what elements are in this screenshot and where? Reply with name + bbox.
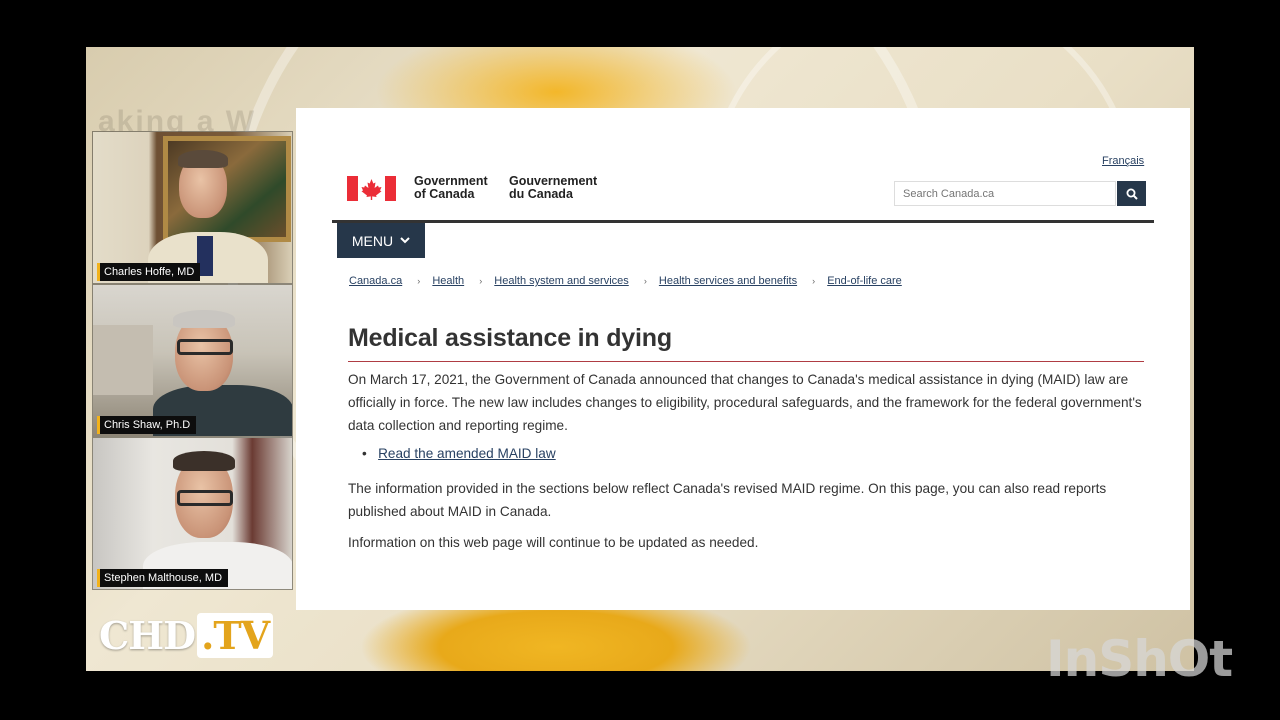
logo-suffix-text: .TV	[197, 612, 274, 658]
inshot-watermark: InShOt	[1046, 630, 1233, 688]
update-paragraph: Information on this web page will contin…	[348, 535, 759, 550]
speaker-name-label: Chris Shaw, Ph.D	[97, 416, 197, 434]
list-item: • Read the amended MAID law	[362, 446, 556, 461]
canada-flag-icon	[347, 176, 396, 201]
chevron-down-icon	[400, 237, 410, 244]
signature-english: Government of Canada	[414, 175, 488, 201]
signature-french: Gouvernement du Canada	[509, 175, 597, 201]
title-underline	[348, 361, 1144, 362]
amended-maid-law-link[interactable]: Read the amended MAID law	[378, 446, 556, 461]
search-input[interactable]	[894, 181, 1116, 206]
intro-paragraph: On March 17, 2021, the Government of Can…	[348, 372, 1142, 433]
breadcrumb-link-health-services[interactable]: Health services and benefits	[659, 275, 797, 287]
speaker-hair	[173, 451, 235, 471]
bullet-marker: •	[362, 446, 367, 461]
signature-en-line-2: of Canada	[414, 187, 475, 201]
breadcrumb-separator: ›	[479, 276, 483, 286]
speaker-tile-1[interactable]: Charles Hoffe, MD	[92, 131, 293, 284]
menu-button[interactable]: MENU	[337, 223, 425, 258]
search-button[interactable]	[1117, 181, 1146, 206]
breadcrumb-separator: ›	[812, 276, 816, 286]
info-paragraph: The information provided in the sections…	[348, 481, 1107, 519]
search-icon	[1126, 188, 1138, 200]
signature-fr-line-2: du Canada	[509, 187, 573, 201]
breadcrumb-link-canada[interactable]: Canada.ca	[349, 275, 402, 287]
menu-label: MENU	[351, 232, 394, 249]
chd-tv-logo: CHD .TV	[99, 612, 274, 658]
breadcrumb-separator: ›	[643, 276, 647, 286]
speaker-hair	[173, 310, 235, 328]
header-divider	[332, 220, 1154, 223]
speaker-tile-3[interactable]: Stephen Malthouse, MD	[92, 437, 293, 590]
shared-webpage: Français Government of Canada Gouverneme…	[296, 108, 1190, 610]
page-title: Medical assistance in dying	[348, 324, 672, 352]
speaker-tile-2[interactable]: Chris Shaw, Ph.D	[92, 284, 293, 437]
breadcrumb-link-end-of-life[interactable]: End-of-life care	[827, 275, 902, 287]
speaker-name-label: Charles Hoffe, MD	[97, 263, 201, 281]
speaker-hair	[178, 150, 228, 168]
breadcrumb-link-health[interactable]: Health	[432, 275, 464, 287]
wall-panel	[93, 325, 153, 395]
breadcrumb: Canada.ca › Health › Health system and s…	[349, 275, 902, 287]
glasses	[177, 490, 233, 506]
logo-main-text: CHD	[99, 612, 196, 658]
breadcrumb-link-health-system[interactable]: Health system and services	[494, 275, 629, 287]
language-toggle-link[interactable]: Français	[1102, 155, 1144, 167]
glasses	[177, 339, 233, 355]
speaker-name-label: Stephen Malthouse, MD	[97, 569, 229, 587]
breadcrumb-separator: ›	[417, 276, 421, 286]
